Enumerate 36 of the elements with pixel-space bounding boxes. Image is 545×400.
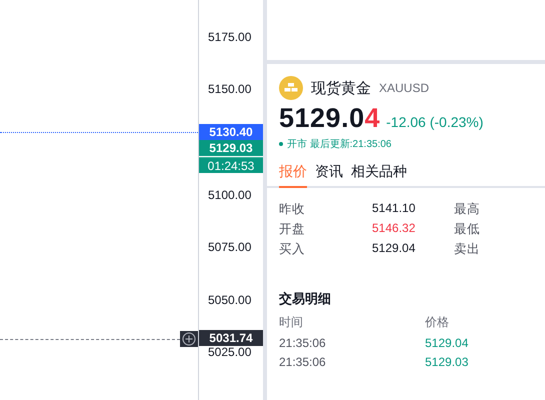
stat-label: 最高 xyxy=(454,201,481,218)
stat-value: 5146.32 xyxy=(372,221,416,237)
stat-label: 买入 xyxy=(279,241,306,258)
column-header: 时间 xyxy=(279,314,304,331)
price-label: 5130.40 xyxy=(199,124,263,140)
tab[interactable]: 相关品种 xyxy=(351,161,407,188)
status-dot xyxy=(279,142,283,146)
price-label: 5129.03 xyxy=(199,140,263,156)
stat-value: 5129.04 xyxy=(372,241,416,257)
stat-label: 卖出 xyxy=(454,241,481,258)
price-axis-label: 5175.00 xyxy=(208,30,252,44)
bullion-icon xyxy=(279,76,303,100)
market-status: 开市 最后更新:21:35:06 xyxy=(287,138,392,151)
trade-time: 21:35:06 xyxy=(279,336,327,350)
price-axis-label: 5075.00 xyxy=(208,240,252,254)
stat-label: 最低 xyxy=(454,221,481,238)
price-label: 5031.74 xyxy=(199,330,263,346)
section-title: 交易明细 xyxy=(279,290,332,308)
price-axis-label: 5100.00 xyxy=(208,188,252,202)
stat-label: 开盘 xyxy=(279,221,306,238)
instrument-symbol: XAUUSD xyxy=(379,81,430,95)
trade-price: 5129.03 xyxy=(425,355,470,369)
add-icon[interactable] xyxy=(180,331,198,347)
stat-value: 5141.10 xyxy=(372,201,416,217)
price-change: -12.06 (-0.23%) xyxy=(386,114,484,130)
trade-price: 5129.04 xyxy=(425,336,470,350)
column-header: 价格 xyxy=(425,314,450,331)
last-price: 5129.04 xyxy=(279,103,380,134)
instrument-name: 现货黄金 xyxy=(311,78,371,98)
stat-label: 昨收 xyxy=(279,201,306,218)
price-axis-label: 5050.00 xyxy=(208,293,252,307)
tab[interactable]: 资讯 xyxy=(315,161,343,188)
trade-time: 21:35:06 xyxy=(279,355,327,369)
countdown-label: 01:24:53 xyxy=(199,157,263,173)
price-axis-label: 5150.00 xyxy=(208,82,252,96)
price-axis-label: 5025.00 xyxy=(208,345,252,359)
